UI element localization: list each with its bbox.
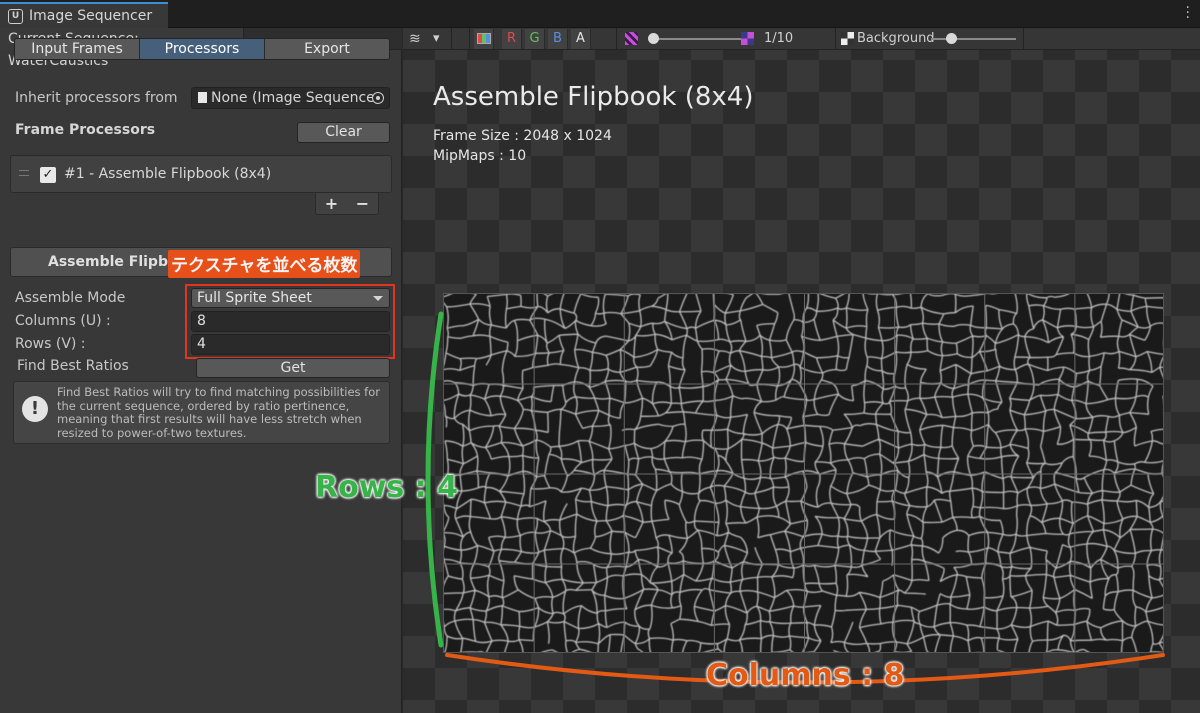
frame-processors-heading: Frame Processors [15,122,156,138]
rows-annotation: Rows : 4 [315,470,459,505]
callout-label: テクスチャを並べる枚数 [168,250,361,278]
rows-label: Rows (V) : [15,336,86,352]
window-title: Image Sequencer [29,8,153,24]
columns-annotation: Columns : 8 [706,658,905,693]
processor-enabled-checkbox[interactable]: ✓ [40,167,56,183]
inherit-object-field[interactable]: None (Image Sequence [191,87,390,109]
window-titlebar: U Image Sequencer · · · [0,0,1200,28]
processor-item-label[interactable]: #1 - Assemble Flipbook (8x4) [64,166,271,182]
preview-toolbar: ≋ ▾ R G B A 1/10 Background [403,28,1200,50]
tab-export[interactable]: Export [265,39,389,59]
unity-icon: U [8,8,23,24]
background-slider-track[interactable] [931,38,1016,40]
document-icon [198,92,207,103]
background-slider-handle[interactable] [946,33,957,44]
red-channel-toggle[interactable]: R [502,29,522,49]
chevron-down-icon[interactable]: ▾ [433,28,440,50]
window-tab[interactable]: U Image Sequencer [0,2,168,28]
green-channel-toggle[interactable]: G [525,29,545,49]
add-processor-button[interactable]: + [325,194,338,213]
caustics-texture-image [444,294,1163,652]
assemble-mode-label: Assemble Mode [15,290,126,306]
inherit-value: None (Image Sequence [211,90,375,106]
inherit-label: Inherit processors from [15,90,178,106]
kebab-menu-icon[interactable]: · · · [1186,1,1190,25]
frame-counter: 1/10 [764,31,794,46]
drag-handle-icon[interactable] [19,170,29,176]
mipmap-slider-track[interactable] [651,38,741,40]
mipmaps-text: MipMaps : 10 [433,148,527,164]
object-picker-icon[interactable] [372,92,384,104]
list-footer: + − [315,193,379,215]
frame-size-text: Frame Size : 2048 x 1024 [433,128,612,144]
mipmap-low-icon [625,32,638,45]
rgb-channel-icon[interactable] [474,29,494,49]
processor-list: ✓ #1 - Assemble Flipbook (8x4) [10,155,392,193]
highlight-box [185,284,395,359]
background-label: Background [857,31,935,46]
columns-label: Columns (U) : [15,313,111,329]
mode-tabs: Input Frames Processors Export [14,38,390,60]
find-best-ratios-label: Find Best Ratios [17,358,129,374]
remove-processor-button[interactable]: − [356,194,369,213]
layers-icon[interactable]: ≋ [409,28,421,50]
help-text: Find Best Ratios will try to find matchi… [57,385,380,440]
mipmap-slider-handle[interactable] [648,33,659,44]
get-button[interactable]: Get [196,358,390,378]
help-box: ! Find Best Ratios will try to find matc… [13,381,390,444]
tab-input-frames[interactable]: Input Frames [15,39,140,59]
info-icon: ! [22,396,48,422]
preview-title: Assemble Flipbook (8x4) [433,82,754,112]
alpha-channel-toggle[interactable]: A [571,29,591,49]
clear-button[interactable]: Clear [297,122,390,143]
flipbook-texture-preview [443,293,1164,653]
mipmap-high-icon [741,32,754,45]
background-icon [841,32,854,45]
blue-channel-toggle[interactable]: B [548,29,568,49]
tab-processors[interactable]: Processors [140,39,265,59]
